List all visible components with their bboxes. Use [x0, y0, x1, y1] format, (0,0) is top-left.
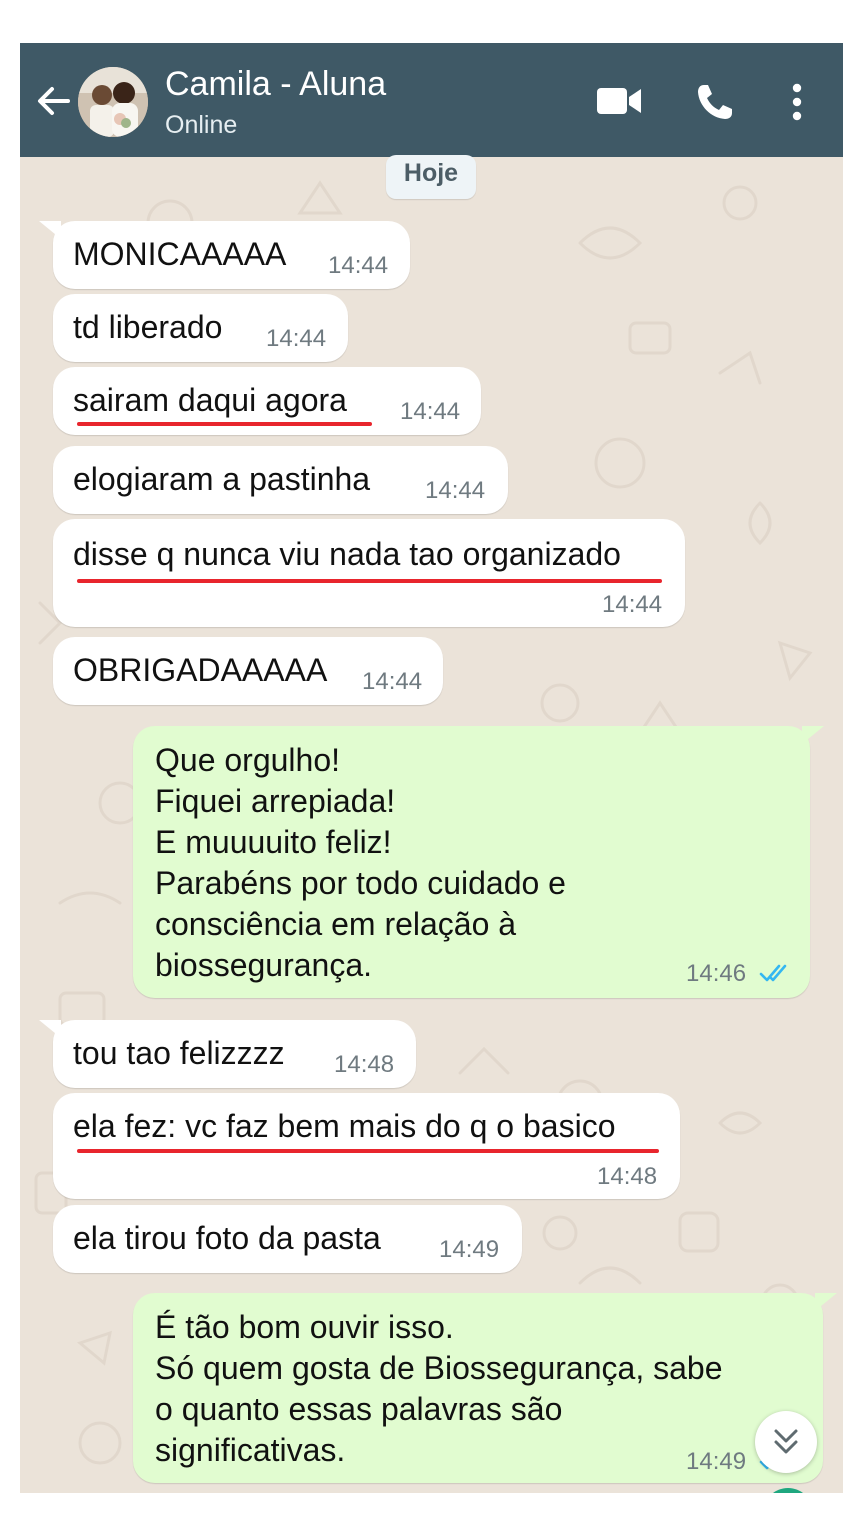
message-text: td liberado: [73, 309, 223, 345]
back-arrow-icon[interactable]: [34, 81, 74, 121]
message-text: sairam daqui agora: [73, 382, 347, 418]
message-bubble-incoming[interactable]: sairam daqui agora 14:44: [53, 367, 481, 435]
message-line: significativas.: [155, 1432, 346, 1468]
highlight-underline: [77, 422, 372, 426]
message-time: 14:44: [362, 668, 423, 695]
message-bubble-outgoing[interactable]: É tão bom ouvir isso. Só quem gosta de B…: [133, 1293, 837, 1483]
message-text: disse q nunca viu nada tao organizado: [73, 536, 621, 572]
message-time: 14:44: [602, 591, 663, 618]
message-bubble-incoming[interactable]: disse q nunca viu nada tao organizado 14…: [53, 519, 685, 627]
message-time: 14:44: [266, 325, 327, 352]
chat-header: Camila - Aluna Online: [20, 43, 843, 157]
message-line: biossegurança.: [155, 947, 373, 983]
message-text: MONICAAAAA: [73, 236, 287, 272]
message-line: Fiquei arrepiada!: [155, 783, 396, 819]
message-bubble-incoming[interactable]: OBRIGADAAAAA 14:44: [53, 637, 443, 705]
video-call-icon[interactable]: [597, 86, 641, 116]
message-text: É tão bom ouvir isso. Só quem gosta de B…: [155, 1307, 722, 1471]
contact-status: Online: [165, 111, 238, 139]
chat-screen: Camila - Aluna Online Hoje MONICAAAAA 14…: [20, 43, 843, 1493]
message-line: E muuuuito feliz!: [155, 824, 392, 860]
message-text: tou tao felizzzz: [73, 1035, 285, 1071]
highlight-underline: [77, 579, 662, 583]
avatar-photo: [78, 67, 148, 137]
message-line: consciência em relação à: [155, 906, 517, 942]
bubble-tail: [39, 221, 61, 239]
double-chevron-down-icon: [774, 1429, 798, 1454]
message-time: 14:44: [328, 252, 389, 279]
message-time: 14:49: [439, 1236, 500, 1263]
message-time: 14:46: [686, 960, 747, 987]
message-bubble-incoming[interactable]: tou tao felizzzz 14:48: [39, 1020, 416, 1088]
voice-call-icon[interactable]: [696, 83, 734, 121]
message-line: Parabéns por todo cuidado e: [155, 865, 566, 901]
message-time: 14:49: [686, 1448, 747, 1475]
message-time: 14:44: [400, 398, 461, 425]
bubble-tail: [815, 1293, 837, 1311]
message-line: Que orgulho!: [155, 742, 341, 778]
contact-avatar[interactable]: [78, 67, 148, 137]
bubble-tail: [802, 726, 824, 744]
message-line: o quanto essas palavras são: [155, 1391, 563, 1427]
highlight-underline: [77, 1149, 659, 1153]
message-bubble-incoming[interactable]: elogiaram a pastinha 14:44: [53, 446, 508, 514]
message-text: ela fez: vc faz bem mais do q o basico: [73, 1108, 616, 1144]
message-time: 14:48: [597, 1163, 658, 1190]
message-text: elogiaram a pastinha: [73, 461, 371, 497]
message-bubble-incoming[interactable]: ela fez: vc faz bem mais do q o basico 1…: [53, 1093, 680, 1199]
message-line: Só quem gosta de Biossegurança, sabe: [155, 1350, 723, 1386]
message-time: 14:48: [334, 1051, 395, 1078]
message-text: ela tirou foto da pasta: [73, 1220, 381, 1256]
message-text: OBRIGADAAAAA: [73, 652, 328, 688]
message-text: Que orgulho! Fiquei arrepiada! E muuuuit…: [155, 740, 566, 986]
bubble-tail: [39, 1020, 61, 1038]
message-bubble-outgoing[interactable]: Que orgulho! Fiquei arrepiada! E muuuuit…: [133, 726, 824, 998]
more-options-icon[interactable]: [790, 83, 804, 121]
scroll-to-bottom-button[interactable]: [755, 1411, 817, 1473]
message-time: 14:44: [425, 477, 486, 504]
message-bubble-incoming[interactable]: td liberado 14:44: [53, 294, 348, 362]
message-line: É tão bom ouvir isso.: [155, 1309, 454, 1345]
contact-name[interactable]: Camila - Aluna: [165, 65, 386, 104]
date-chip: Hoje: [386, 155, 476, 199]
message-bubble-incoming[interactable]: ela tirou foto da pasta 14:49: [53, 1205, 522, 1273]
message-bubble-incoming[interactable]: MONICAAAAA 14:44: [39, 221, 410, 289]
read-receipt-icon: [759, 964, 787, 982]
